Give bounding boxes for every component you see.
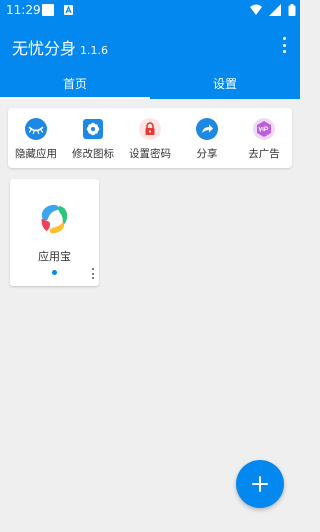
change-icon-label: 修改图标: [72, 148, 114, 160]
share-button[interactable]: 分享: [179, 108, 235, 168]
tab-indicator: [0, 97, 150, 99]
add-app-button[interactable]: [236, 460, 284, 508]
signal-icon: [268, 4, 281, 16]
status-bar: 11:29: [0, 0, 300, 22]
status-icons: [248, 4, 296, 23]
yingyongbao-icon: [41, 204, 68, 234]
lock-icon: [139, 118, 161, 140]
notification-a-icon: [64, 5, 73, 15]
app-version: 1.1.6: [80, 44, 109, 57]
change-icon-button[interactable]: 修改图标: [65, 108, 121, 168]
status-time: 11:29: [6, 3, 41, 17]
flower-icon: [83, 119, 103, 139]
tab-home[interactable]: 首页: [0, 66, 150, 99]
plus-icon: [252, 476, 268, 492]
hide-apps-label: 隐藏应用: [15, 148, 57, 160]
app-bar: 11:29 无忧分身 1.1.6 首页 设置: [0, 0, 300, 99]
quick-actions-card: 隐藏应用 修改图标 设置密码 分享 去广告: [8, 108, 292, 168]
app-card[interactable]: 应用宝: [10, 179, 99, 286]
share-label: 分享: [196, 148, 218, 160]
tab-settings[interactable]: 设置: [150, 66, 300, 99]
set-password-button[interactable]: 设置密码: [122, 108, 178, 168]
remove-ads-button[interactable]: 去广告: [236, 108, 292, 168]
overflow-menu-icon[interactable]: [276, 37, 292, 53]
app-title: 无忧分身 1.1.6: [12, 35, 108, 59]
running-status-dot: [52, 270, 57, 275]
remove-ads-label: 去广告: [248, 148, 280, 160]
set-password-label: 设置密码: [129, 148, 171, 160]
app-name: 应用宝: [38, 250, 71, 263]
tab-bar: 首页 设置: [0, 66, 300, 99]
wifi-icon: [249, 4, 262, 15]
toolbar: 无忧分身 1.1.6: [0, 28, 300, 62]
notification-icon: [42, 4, 54, 16]
share-arrow-icon: [196, 118, 218, 140]
eye-closed-icon: [25, 118, 47, 140]
app-title-text: 无忧分身: [12, 39, 77, 58]
vip-icon: [253, 118, 275, 140]
battery-icon: [288, 4, 296, 16]
hide-apps-button[interactable]: 隐藏应用: [8, 108, 64, 168]
app-more-icon[interactable]: [92, 268, 95, 279]
